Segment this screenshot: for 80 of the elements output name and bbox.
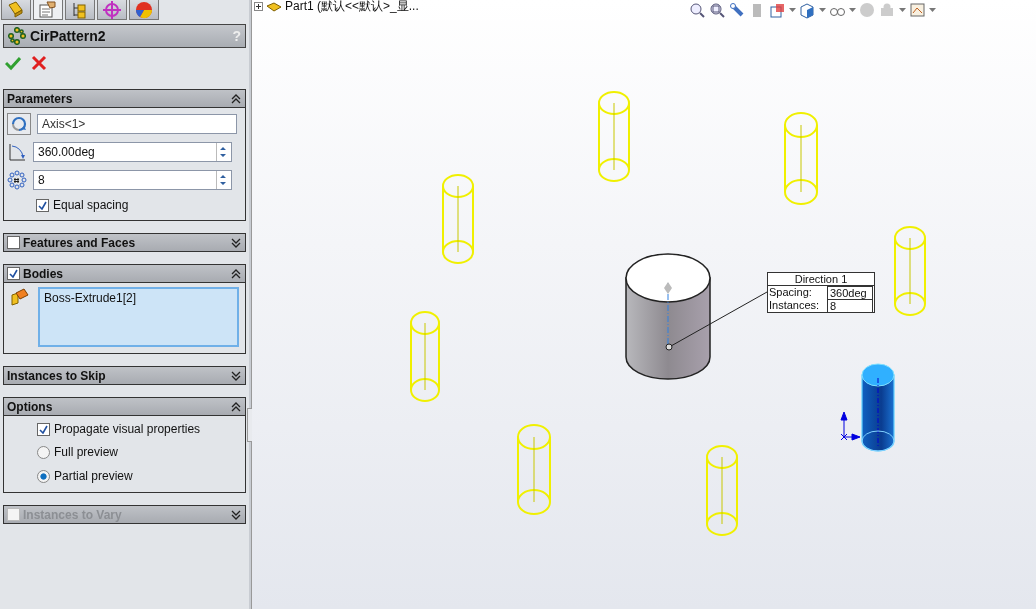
radio-label: Full preview	[54, 445, 119, 459]
callout-label: Spacing:	[769, 286, 813, 299]
x-icon	[31, 55, 47, 71]
cube-icon	[799, 2, 816, 19]
axis-field[interactable]: Axis<1>	[37, 114, 237, 134]
part-name: Part1 (默认<<默认>_显...	[285, 0, 419, 15]
checkmark-icon	[5, 55, 21, 71]
angle-field[interactable]: 360.00deg	[33, 142, 232, 162]
section-title: Bodies	[23, 266, 64, 281]
expand-icon[interactable]	[254, 2, 263, 11]
toolbar-button[interactable]	[689, 2, 706, 19]
section-icon	[729, 2, 746, 19]
section-header[interactable]: Instances to Skip	[3, 366, 246, 385]
expand-icon[interactable]	[231, 237, 241, 248]
bodies-icon	[10, 287, 30, 307]
checkbox[interactable]	[7, 267, 20, 280]
section-header[interactable]: Bodies	[3, 264, 246, 283]
toolbar-button[interactable]	[909, 2, 926, 19]
toolbar-button[interactable]	[709, 2, 726, 19]
angle-icon	[7, 142, 27, 162]
angle-value: 360.00deg	[38, 145, 96, 159]
list-item[interactable]: Boss-Extrude1[2]	[44, 291, 233, 305]
pattern-icon	[8, 27, 26, 45]
sphere-icon	[859, 2, 876, 19]
dropdown-caret-icon[interactable]	[819, 8, 826, 13]
axis-triad-icon	[840, 411, 861, 441]
part-icon	[266, 0, 282, 13]
callout-value-field[interactable]: 8	[827, 299, 873, 312]
expand-icon[interactable]	[231, 370, 241, 381]
checkbox-label: Equal spacing	[53, 198, 129, 212]
zoom-icon	[689, 2, 706, 19]
callout-label: Instances:	[769, 299, 821, 312]
zoom-area-icon	[709, 2, 726, 19]
instances-value: 8	[38, 173, 46, 187]
instances-field[interactable]: 8	[33, 170, 232, 190]
section-title: Features and Faces	[23, 235, 137, 250]
checkbox-label: Propagate visual properties	[54, 422, 201, 436]
section-title: Options	[7, 399, 54, 414]
callout-title: Direction 1	[768, 273, 874, 286]
collapse-icon[interactable]	[231, 93, 241, 104]
monitor-icon	[909, 2, 926, 19]
collapse-icon[interactable]	[231, 401, 241, 412]
radio-label: Partial preview	[54, 469, 133, 483]
instances-icon	[7, 170, 27, 190]
section-title: Instances to Skip	[7, 368, 107, 383]
toolbar-button[interactable]	[799, 2, 816, 19]
section-header[interactable]: Features and Faces	[3, 233, 246, 252]
tab[interactable]	[33, 0, 63, 20]
radio-button[interactable]	[37, 445, 50, 459]
feature-tree-flyout[interactable]: Part1 (默认<<默认>_显...	[252, 0, 419, 15]
tab[interactable]	[97, 0, 127, 20]
part-icon	[6, 0, 26, 20]
feature-title: CirPattern2	[30, 28, 107, 44]
section-header[interactable]: Options	[3, 397, 246, 416]
property-sheet-icon	[38, 0, 58, 20]
bodies-list[interactable]: Boss-Extrude1[2]	[38, 287, 239, 347]
checkbox[interactable]	[36, 198, 49, 212]
checkbox[interactable]	[7, 236, 20, 249]
dropdown-caret-icon[interactable]	[929, 8, 936, 13]
view-orientation-icon	[769, 2, 786, 19]
checkbox[interactable]	[37, 422, 50, 436]
section-header[interactable]: Parameters	[3, 89, 246, 108]
dropdown-caret-icon[interactable]	[849, 8, 856, 13]
toolbar-button[interactable]	[729, 2, 746, 19]
collapse-icon[interactable]	[231, 268, 241, 279]
tab[interactable]	[1, 0, 31, 20]
crosshair-icon	[102, 0, 122, 20]
toolbar-button[interactable]	[769, 2, 786, 19]
ok-button[interactable]	[5, 55, 21, 71]
dropdown-caret-icon[interactable]	[789, 8, 796, 13]
callout-value-field[interactable]: 360deg	[827, 286, 873, 299]
tab[interactable]	[65, 0, 95, 20]
reverse-direction-button[interactable]	[7, 113, 31, 135]
scene-icon	[879, 2, 896, 19]
cancel-button[interactable]	[31, 55, 47, 71]
section-title: Parameters	[7, 91, 74, 106]
tab[interactable]	[129, 0, 159, 20]
color-ball-icon	[134, 0, 154, 20]
radio-button[interactable]	[37, 469, 50, 483]
dropdown-caret-icon[interactable]	[899, 8, 906, 13]
